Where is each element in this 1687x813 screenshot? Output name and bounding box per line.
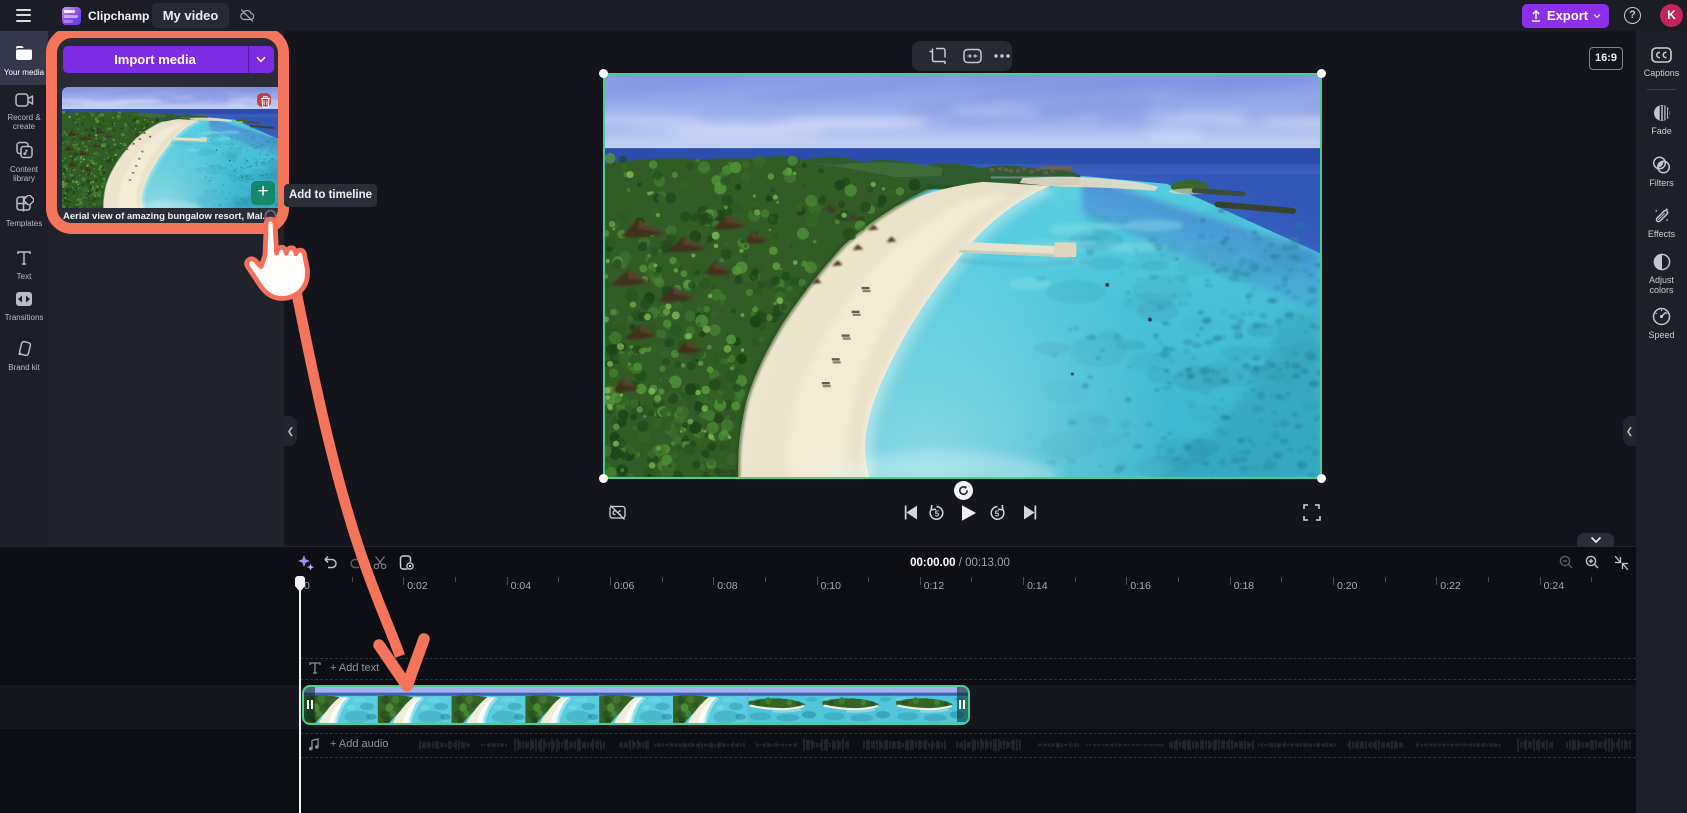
svg-text:5: 5 [995,509,1000,518]
svg-text:5: 5 [935,509,940,518]
